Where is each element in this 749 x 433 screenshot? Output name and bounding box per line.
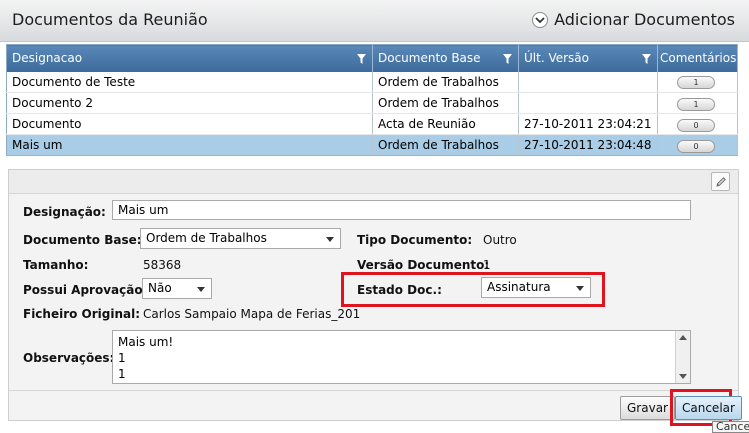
cell-documento-base: Ordem de Trabalhos [372, 134, 519, 156]
dropdown-arrow-icon [576, 286, 584, 291]
documento-base-label: Documento Base: [23, 233, 142, 247]
documento-base-selected: Ordem de Trabalhos [146, 231, 267, 245]
comments-button[interactable]: 0 [677, 118, 715, 132]
comments-button[interactable]: 1 [677, 76, 715, 90]
tamanho-value: 58368 [143, 258, 182, 272]
scroll-up-icon[interactable] [679, 335, 687, 340]
dropdown-arrow-icon [197, 287, 205, 292]
cell-comentarios: 1 [657, 92, 738, 114]
pencil-icon [715, 176, 726, 187]
edit-button[interactable] [711, 172, 730, 191]
textarea-scrollbar[interactable] [675, 331, 690, 383]
page-title: Documentos da Reunião [12, 10, 208, 29]
panel-header: Documentos da Reunião Adicionar Document… [0, 0, 749, 42]
tipo-documento-value: Outro [483, 233, 517, 247]
dropdown-arrow-icon [326, 237, 334, 242]
gravar-button[interactable]: Gravar [620, 396, 675, 420]
estado-doc-selected: Assinatura [487, 280, 551, 294]
comments-button[interactable]: 0 [677, 139, 715, 153]
designacao-input[interactable]: Mais um [112, 200, 691, 220]
cell-ultima-versao [518, 92, 658, 114]
estado-doc-label: Estado Doc.: [357, 283, 442, 297]
observacoes-label: Observações: [23, 351, 115, 365]
observacoes-line: 1 [118, 367, 126, 381]
documento-base-select[interactable]: Ordem de Trabalhos [140, 228, 341, 249]
tipo-documento-label: Tipo Documento: [357, 233, 473, 247]
filter-icon[interactable] [503, 53, 512, 67]
cell-ultima-versao: 27-10-2011 23:04:21 [518, 113, 658, 135]
cell-designacao: Mais um [6, 134, 373, 156]
add-documents-toggle[interactable]: Adicionar Documentos [532, 10, 735, 29]
column-header-documento-base[interactable]: Documento Base [372, 44, 519, 72]
ficheiro-original-label: Ficheiro Original: [23, 307, 141, 321]
filter-icon[interactable] [642, 53, 651, 67]
tamanho-label: Tamanho: [23, 258, 89, 272]
observacoes-line: 1 [118, 351, 126, 365]
cell-designacao: Documento 2 [6, 92, 373, 114]
column-header-designacao[interactable]: Designacao [6, 44, 373, 72]
table-row[interactable]: Documento de Teste Ordem de Trabalhos 1 [6, 71, 738, 93]
estado-doc-select[interactable]: Assinatura [481, 277, 591, 298]
document-detail-panel: Designação: Mais um Documento Base: Orde… [8, 169, 742, 426]
divider [9, 390, 738, 391]
column-header-ultima-versao[interactable]: Últ. Versão [518, 44, 658, 72]
scroll-down-icon[interactable] [679, 374, 687, 379]
cell-designacao: Documento de Teste [6, 71, 373, 93]
cell-comentarios: 1 [657, 71, 738, 93]
possui-aprovacao-label: Possui Aprovação: [23, 283, 148, 297]
possui-aprovacao-select[interactable]: Não [142, 278, 212, 299]
column-header-comentarios[interactable]: Comentários [657, 44, 738, 72]
cell-documento-base: Ordem de Trabalhos [372, 92, 519, 114]
cell-documento-base: Acta de Reunião [372, 113, 519, 135]
versao-documento-value: 1 [483, 258, 491, 272]
add-documents-label: Adicionar Documentos [554, 10, 735, 29]
versao-documento-label: Versão Documento: [357, 258, 490, 272]
cancel-tooltip: Cancel [712, 421, 749, 433]
cell-comentarios: 0 [657, 113, 738, 135]
possui-aprovacao-selected: Não [148, 281, 172, 295]
cell-ultima-versao: 27-10-2011 23:04:48 [518, 134, 658, 156]
table-row[interactable]: Documento 2 Ordem de Trabalhos 1 [6, 92, 738, 114]
documents-grid: Designacao Documento Base Últ. Versão Co… [6, 44, 738, 156]
cancelar-button[interactable]: Cancelar [675, 396, 742, 420]
designacao-label: Designação: [23, 205, 106, 219]
panel-toolbar [9, 170, 738, 194]
table-row[interactable]: Documento Acta de Reunião 27-10-2011 23:… [6, 113, 738, 135]
chevron-down-icon [532, 11, 549, 28]
grid-header-row: Designacao Documento Base Últ. Versão Co… [6, 44, 738, 72]
table-row-selected[interactable]: Mais um Ordem de Trabalhos 27-10-2011 23… [6, 134, 738, 156]
observacoes-textarea[interactable]: Mais um! 1 1 [112, 330, 691, 384]
cell-designacao: Documento [6, 113, 373, 135]
ficheiro-original-value: Carlos Sampaio Mapa de Ferias_2011_2 [143, 307, 361, 321]
cell-ultima-versao [518, 71, 658, 93]
cell-comentarios: 0 [657, 134, 738, 156]
cell-documento-base: Ordem de Trabalhos [372, 71, 519, 93]
comments-button[interactable]: 1 [677, 97, 715, 111]
filter-icon[interactable] [357, 53, 366, 67]
observacoes-line: Mais um! [118, 335, 174, 349]
